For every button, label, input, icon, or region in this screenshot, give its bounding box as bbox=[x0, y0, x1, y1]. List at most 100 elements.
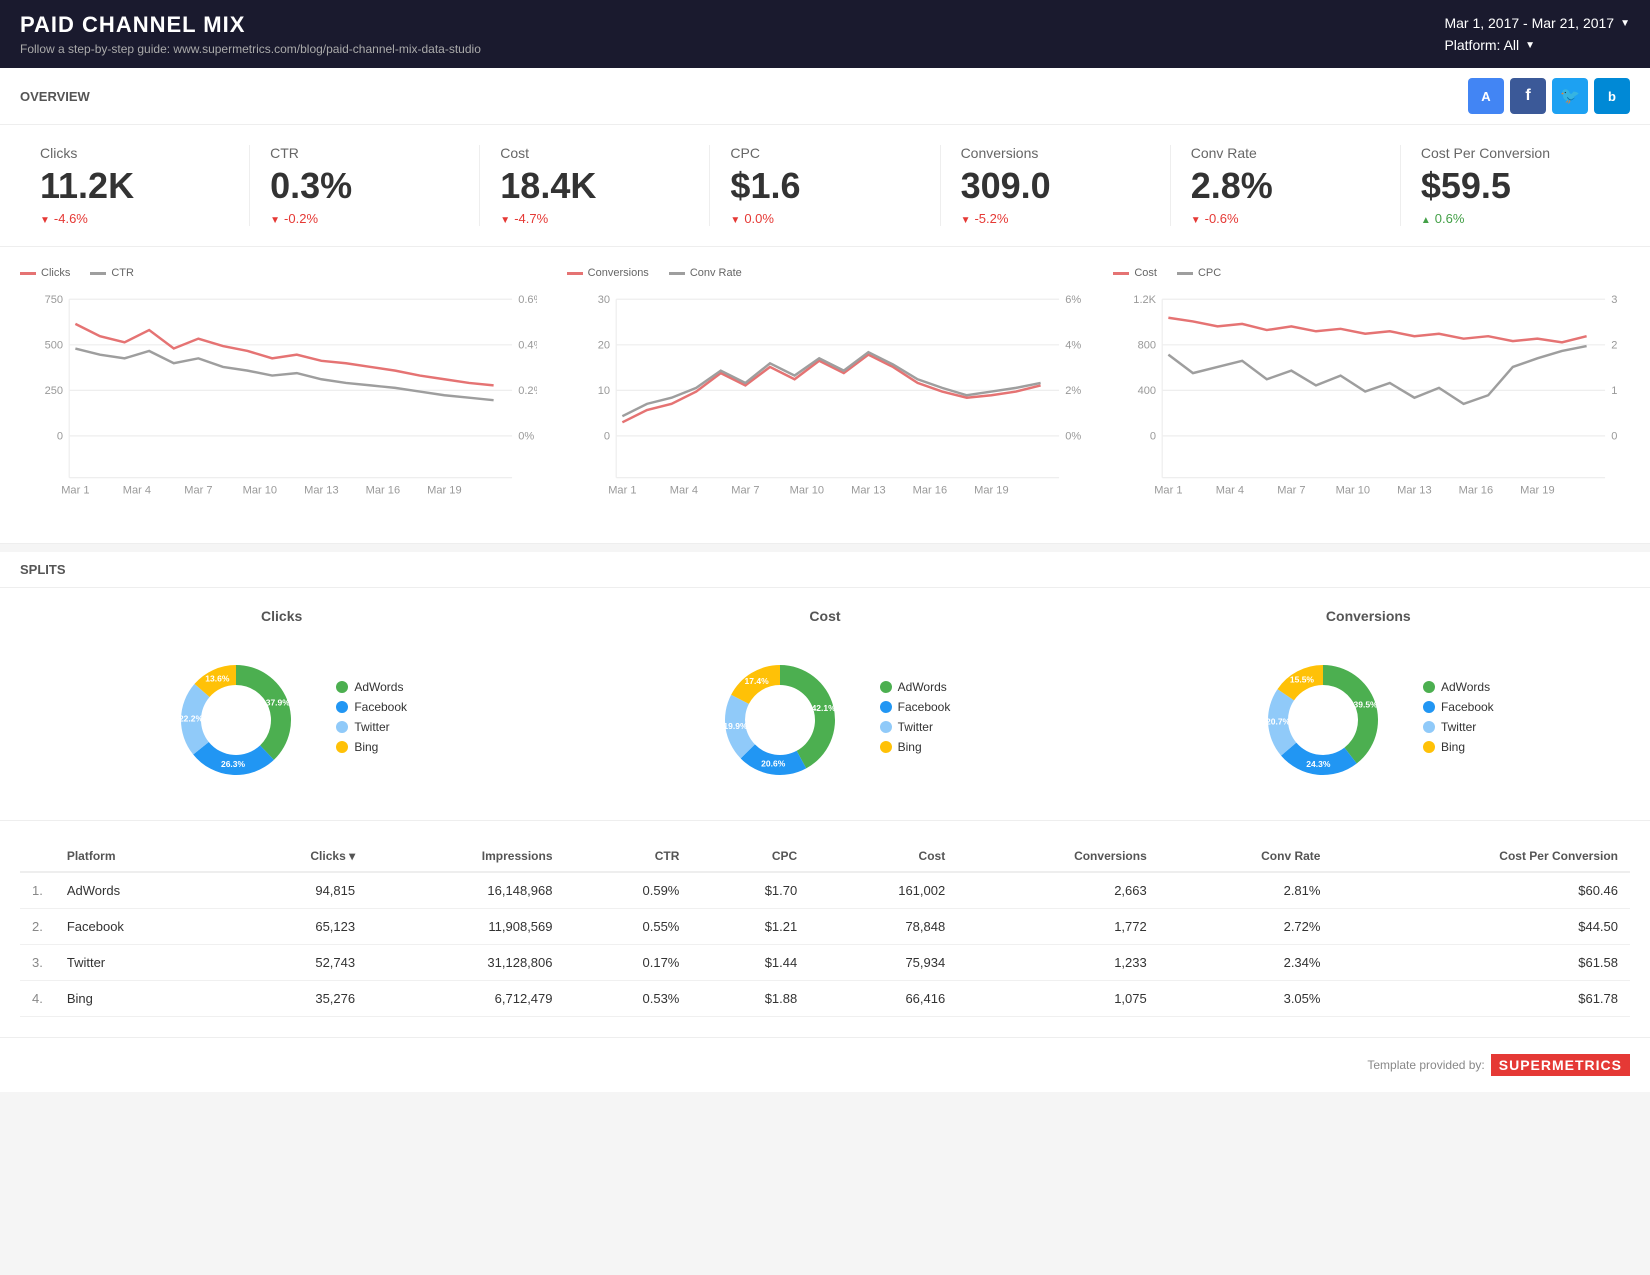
table-cell: $44.50 bbox=[1332, 909, 1630, 945]
svg-text:Mar 13: Mar 13 bbox=[304, 485, 338, 497]
charts-row: Clicks CTR 750 500 250 0 0.6% 0.4% 0.2% … bbox=[0, 247, 1650, 544]
data-table: PlatformClicks ▾ImpressionsCTRCPCCostCon… bbox=[20, 841, 1630, 1017]
table-cell: 2,663 bbox=[957, 872, 1159, 909]
table-cell: 4. bbox=[20, 981, 55, 1017]
kpi-value: 11.2K bbox=[40, 165, 229, 207]
kpi-label: Clicks bbox=[40, 145, 229, 161]
legend-label: AdWords bbox=[1441, 680, 1490, 694]
kpi-item: CPC $1.6 0.0% bbox=[710, 145, 940, 226]
svg-text:6%: 6% bbox=[1065, 294, 1081, 306]
svg-text:13.6%: 13.6% bbox=[206, 674, 231, 684]
kpi-value: 309.0 bbox=[961, 165, 1150, 207]
arrow-down-icon bbox=[961, 211, 971, 226]
conversions-convrate-chart: Conversions Conv Rate 30 20 10 0 6% 4% 2… bbox=[557, 257, 1094, 523]
splits-row: Clicks 37.9%26.3%22.2%13.6% AdWords Face… bbox=[0, 588, 1650, 821]
table-cell: 2. bbox=[20, 909, 55, 945]
svg-text:17.4%: 17.4% bbox=[744, 676, 769, 686]
kpi-change: 0.0% bbox=[730, 211, 919, 226]
svg-text:Mar 16: Mar 16 bbox=[912, 485, 946, 497]
table-cell: 1,772 bbox=[957, 909, 1159, 945]
splits-header: SPLITS bbox=[0, 544, 1650, 588]
table-cell: Bing bbox=[55, 981, 224, 1017]
footer: Template provided by: SUPERMETRICS bbox=[0, 1037, 1650, 1092]
legend-color bbox=[1423, 721, 1435, 733]
legend-item: Bing bbox=[1423, 740, 1494, 754]
svg-text:0: 0 bbox=[57, 431, 63, 443]
kpi-change: -0.2% bbox=[270, 211, 459, 226]
legend-item: Bing bbox=[336, 740, 407, 754]
table-cell: 65,123 bbox=[224, 909, 367, 945]
svg-text:37.9%: 37.9% bbox=[266, 698, 291, 708]
donut-wrapper: 37.9%26.3%22.2%13.6% AdWords Facebook Tw… bbox=[156, 640, 407, 800]
legend-color bbox=[880, 701, 892, 713]
table-column-header: CPC bbox=[691, 841, 809, 872]
legend-item: Twitter bbox=[880, 720, 951, 734]
adwords-icon: A bbox=[1468, 78, 1504, 114]
split-title: Cost bbox=[809, 608, 840, 624]
date-range[interactable]: Mar 1, 2017 - Mar 21, 2017 ▼ bbox=[1444, 15, 1630, 31]
svg-text:Mar 1: Mar 1 bbox=[608, 485, 636, 497]
supermetrics-logo: Template provided by: SUPERMETRICS bbox=[1367, 1054, 1630, 1076]
legend-item: Facebook bbox=[880, 700, 951, 714]
table-cell: 0.55% bbox=[565, 909, 692, 945]
table-row: 1.AdWords94,81516,148,9680.59%$1.70161,0… bbox=[20, 872, 1630, 909]
svg-text:2%: 2% bbox=[1065, 385, 1081, 397]
date-dropdown-icon: ▼ bbox=[1620, 18, 1630, 29]
legend-item: AdWords bbox=[880, 680, 951, 694]
table-cell: 0.17% bbox=[565, 945, 692, 981]
legend-label: Twitter bbox=[898, 720, 933, 734]
table-column-header: Cost Per Conversion bbox=[1332, 841, 1630, 872]
table-cell: $61.58 bbox=[1332, 945, 1630, 981]
cost-cpc-chart: Cost CPC 1.2K 800 400 0 3 2 1 0 Mar 1 Ma… bbox=[1103, 257, 1640, 523]
legend-item: Bing bbox=[880, 740, 951, 754]
svg-text:Mar 13: Mar 13 bbox=[1398, 485, 1432, 497]
svg-text:Mar 10: Mar 10 bbox=[243, 485, 277, 497]
cost-cpc-legend: Cost CPC bbox=[1113, 267, 1630, 279]
table-cell: 161,002 bbox=[809, 872, 957, 909]
table-cell: 75,934 bbox=[809, 945, 957, 981]
table-column-header[interactable]: Clicks ▾ bbox=[224, 841, 367, 872]
kpi-label: Cost Per Conversion bbox=[1421, 145, 1610, 161]
header: PAID CHANNEL MIX Follow a step-by-step g… bbox=[0, 0, 1650, 68]
table-cell: 0.53% bbox=[565, 981, 692, 1017]
svg-text:Mar 7: Mar 7 bbox=[731, 485, 759, 497]
svg-text:Mar 10: Mar 10 bbox=[1336, 485, 1370, 497]
split-title: Clicks bbox=[261, 608, 302, 624]
platform-filter[interactable]: Platform: All ▼ bbox=[1444, 37, 1630, 53]
legend-label: Twitter bbox=[354, 720, 389, 734]
svg-text:30: 30 bbox=[597, 294, 609, 306]
table-cell: Twitter bbox=[55, 945, 224, 981]
svg-text:0%: 0% bbox=[1065, 431, 1081, 443]
split-title: Conversions bbox=[1326, 608, 1411, 624]
svg-text:500: 500 bbox=[45, 340, 63, 352]
table-cell: AdWords bbox=[55, 872, 224, 909]
legend-item: Facebook bbox=[336, 700, 407, 714]
kpi-label: Cost bbox=[500, 145, 689, 161]
split-item: Cost 42.1%20.6%19.9%17.4% AdWords Facebo… bbox=[563, 608, 1086, 800]
svg-text:0.2%: 0.2% bbox=[518, 385, 536, 397]
table-body: 1.AdWords94,81516,148,9680.59%$1.70161,0… bbox=[20, 872, 1630, 1017]
legend-label: Facebook bbox=[1441, 700, 1494, 714]
table-column-header: Platform bbox=[55, 841, 224, 872]
donut-svg: 37.9%26.3%22.2%13.6% bbox=[156, 640, 316, 800]
legend-label: Twitter bbox=[1441, 720, 1476, 734]
kpi-change: -4.7% bbox=[500, 211, 689, 226]
table-cell: 2.81% bbox=[1159, 872, 1333, 909]
arrow-up-icon bbox=[1421, 211, 1431, 226]
svg-text:Mar 7: Mar 7 bbox=[1278, 485, 1306, 497]
legend-label: Bing bbox=[354, 740, 378, 754]
table-cell: $1.21 bbox=[691, 909, 809, 945]
table-cell: $60.46 bbox=[1332, 872, 1630, 909]
legend-color bbox=[336, 741, 348, 753]
kpi-item: Cost 18.4K -4.7% bbox=[480, 145, 710, 226]
table-cell: 1,233 bbox=[957, 945, 1159, 981]
table-cell: 1,075 bbox=[957, 981, 1159, 1017]
table-cell: 35,276 bbox=[224, 981, 367, 1017]
kpi-item: Conv Rate 2.8% -0.6% bbox=[1171, 145, 1401, 226]
svg-text:1.2K: 1.2K bbox=[1134, 294, 1157, 306]
legend-label: AdWords bbox=[354, 680, 403, 694]
kpi-label: CTR bbox=[270, 145, 459, 161]
svg-text:Mar 4: Mar 4 bbox=[1216, 485, 1244, 497]
arrow-down-icon bbox=[730, 211, 740, 226]
svg-text:Mar 1: Mar 1 bbox=[61, 485, 89, 497]
